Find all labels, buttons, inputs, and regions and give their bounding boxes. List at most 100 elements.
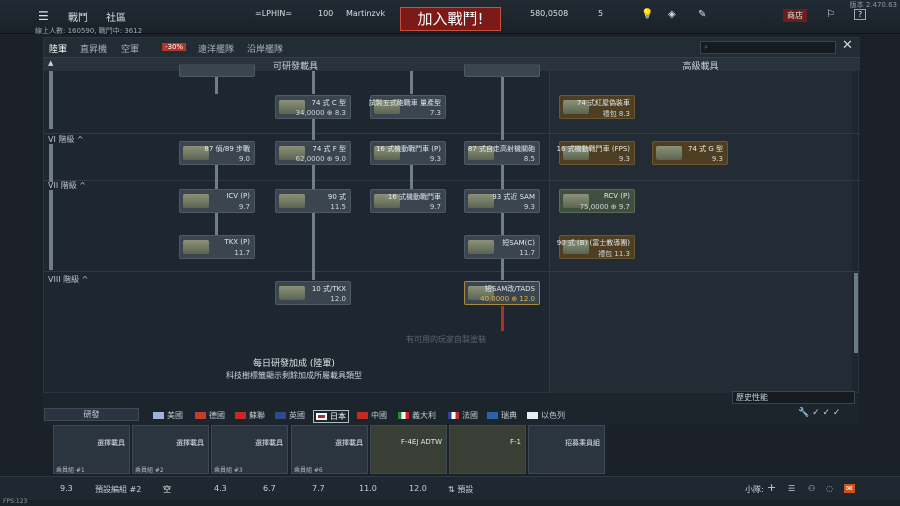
vehicle-name: 試製五式砲戰車 量產型 [368,99,441,107]
tree-line [501,71,504,140]
vehicle-card[interactable]: TKX (P) 11.7 [179,235,255,259]
chat-icon[interactable]: ◌ [826,484,833,493]
bulb-icon[interactable]: 💡 [641,9,653,20]
premium-vehicle-card[interactable]: 74 式紅屋偽裝車 禮包 8.3 [559,95,635,119]
notification-icon[interactable]: ⚐ [826,9,835,20]
crew-slot[interactable]: 選擇載具 乘員組 #2 [132,425,209,474]
vehicle-card[interactable]: 93 式近 SAM 9.3 [464,189,540,213]
vehicle-br: 11.7 [519,249,535,257]
tree-line [49,71,53,129]
ticket-icon[interactable]: ✎ [698,9,706,20]
close-icon[interactable]: ✕ [842,38,853,53]
vehicle-name: 10 式/TKX [311,285,346,293]
vehicle-name: 74 式紅屋偽裝車 [576,99,630,107]
vehicle-card[interactable]: 10 式/TKX 12.0 [275,281,351,305]
crew-slot[interactable]: 選擇載具 乘員組 #6 [291,425,368,474]
nation-china[interactable]: 中國 [357,410,387,421]
vehicle-name: 87 偵/89 步戰 [204,145,250,153]
golden-eagles[interactable]: 5 [598,9,603,18]
nation-israel[interactable]: 以色列 [527,410,565,421]
add-squad-icon[interactable]: + [767,481,776,494]
profile-icon[interactable]: ◈ [668,9,676,20]
vehicle-card[interactable]: 74 式 F 型 62,0000 ⊕ 9.0 [275,141,351,165]
tree-line [49,190,53,270]
tree-line [312,213,315,280]
vehicle-card[interactable]: ICV (P) 9.7 [179,189,255,213]
rank-label[interactable]: VI 階級 ^ [48,134,84,145]
tab-aviation[interactable]: 空軍 [121,42,139,55]
shop-button[interactable]: 商店 [783,9,807,22]
vehicle-card-selected[interactable]: 短SAM改/TADS 40,0000 ⊕ 12.0 [464,281,540,305]
section-header: ▲ 可研發載具 高級載具 [44,58,860,72]
help-button[interactable]: ? [854,9,867,20]
search-input[interactable]: ⌕ [700,41,836,54]
tree-line [410,164,413,189]
premium-vehicle-card[interactable]: 16 式機動戰鬥車 (FPS) 9.3 [556,141,635,165]
scrollbar[interactable] [854,273,858,353]
nation-ussr[interactable]: 蘇聯 [235,410,265,421]
vehicle-card[interactable]: 74 式 C 型 34,0000 ⊕ 8.3 [275,95,351,119]
online-count: 線上人數: 160590, 戰鬥中: 3612 [35,27,143,35]
menu-community[interactable]: 社區 [106,9,126,24]
menu-battles[interactable]: 戰鬥 [68,9,88,24]
vehicle-card[interactable]: 16 式機動戰鬥車 9.7 [370,189,446,213]
rank-label[interactable]: VIII 階級 ^ [48,274,88,285]
join-battle-button[interactable]: 加入戰鬥! [400,7,501,31]
crew-slot-aircraft[interactable]: F-4EJ ADTW [370,425,447,474]
vehicle-name: 16 式機動戰鬥車 [387,193,441,201]
vehicle-br: 9.7 [238,203,250,211]
list-icon[interactable]: ☰ [788,484,795,493]
rank-label[interactable]: VII 階級 ^ [48,180,86,191]
vehicle-card[interactable]: 87 式自走高射機關砲 8.5 [464,141,540,165]
tree-line [501,259,504,280]
vehicle-card[interactable]: 試製五式砲戰車 量產型 7.3 [368,95,446,119]
tree-line [49,144,53,182]
menu-icon[interactable]: ☰ [38,9,49,23]
nation-japan[interactable]: 日本 [313,410,349,423]
vehicle-card[interactable]: 短SAM(C) 11.7 [464,235,540,259]
tree-line [312,71,315,94]
tab-coastal-fleet[interactable]: 沿岸艦隊 [247,42,283,55]
nation-usa[interactable]: 美國 [153,410,183,421]
crew-slot[interactable]: 選擇載具 乘員組 #3 [211,425,288,474]
research-dropdown[interactable]: 研發 [44,408,139,421]
nation-france[interactable]: 法國 [448,410,478,421]
silver-lions[interactable]: 580,0508 [530,9,568,18]
squadron-vehicle-card[interactable]: RCV (P) 75,0000 ⊕ 9.7 [559,189,635,213]
preset-tab-air[interactable]: 空 [163,484,171,495]
tab-bluewater-fleet[interactable]: 遠洋艦隊 [198,42,234,55]
tools-icon[interactable]: 🔧 ✓ ✓ ✓ [798,408,840,418]
vehicle-name: TKX (P) [224,238,250,246]
tank-icon [656,146,682,160]
crew-slot-aircraft[interactable]: F-1 [449,425,526,474]
nation-germany[interactable]: 德國 [195,410,225,421]
br-value: 4.3 [214,484,227,493]
rank-divider [44,180,860,181]
vehicle-br: 9.3 [618,155,630,163]
vehicle-card[interactable]: 16 式機動戰鬥車 (P) 9.3 [370,141,446,165]
player-nick[interactable]: Martinzvk [346,9,385,18]
presets-button[interactable]: ⇅ 預設 [448,484,473,495]
vehicle-card[interactable]: 87 偵/89 步戰 9.0 [179,141,255,165]
nation-britain[interactable]: 英國 [275,410,305,421]
tab-helicopters[interactable]: 直昇機 [80,42,107,55]
mail-icon[interactable]: ✉ [844,484,855,493]
br-value: 9.3 [60,484,73,493]
preset-name[interactable]: 預設編組 #2 [95,484,141,495]
recruit-crew-slot[interactable]: 招募乘員組 [528,425,605,474]
rank-divider [44,133,860,134]
nation-italy[interactable]: 義大利 [398,410,436,421]
vehicle-name: 74 式 C 型 [311,99,346,107]
nation-sweden[interactable]: 瑞典 [487,410,517,421]
vehicle-br: 40,0000 ⊕ 12.0 [480,295,535,303]
bonus-hint: 科技樹標籤顯示剩餘加成所屬載具類型 [226,371,362,380]
filter-select[interactable]: 歷史性能 [732,391,855,404]
br-value: 12.0 [409,484,427,493]
premium-vehicle-card[interactable]: 74 式 G 型 9.3 [652,141,728,165]
premium-vehicle-card[interactable]: 90 式 (B) (富士教導團) 禮包 11.3 [557,235,635,259]
vehicle-card-cut[interactable] [179,64,255,77]
vehicle-card-cut[interactable] [464,64,540,77]
crew-slot[interactable]: 選擇載具 乘員組 #1 [53,425,130,474]
vehicle-card[interactable]: 90 式 11.5 [275,189,351,213]
friends-icon[interactable]: ⚇ [808,484,815,493]
